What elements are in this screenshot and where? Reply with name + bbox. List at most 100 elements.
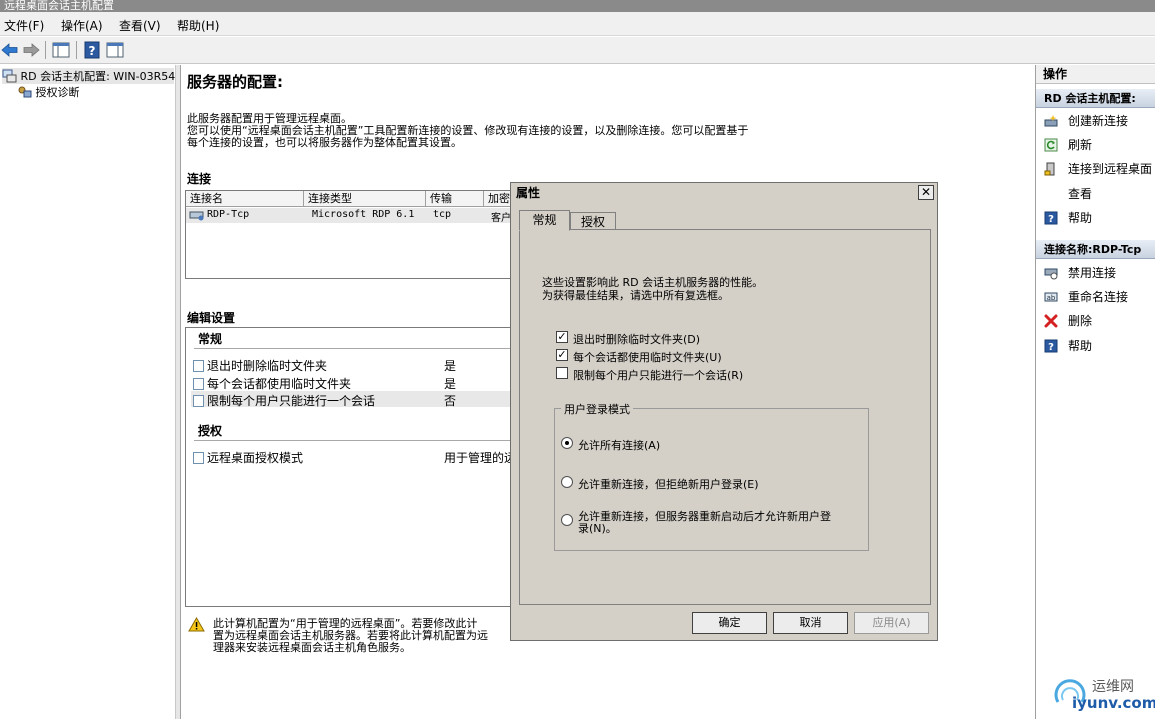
action-connect-remote[interactable]: 连接到远程桌面 [1044, 158, 1155, 180]
show-hide-tree-icon[interactable] [51, 41, 71, 59]
connection-icon [189, 211, 204, 221]
connections-list[interactable]: 连接名 连接类型 传输 加密 RDP-Tcp Microsoft RDP 6.1… [185, 190, 516, 279]
setting-per-session-temp-folders[interactable]: 每个会话都使用临时文件夹 [193, 375, 351, 392]
action-label: 创建新连接 [1068, 114, 1129, 128]
action-create-connection[interactable]: 创建新连接 [1044, 110, 1155, 132]
svg-text:?: ? [89, 44, 96, 58]
setting-value: 是 [444, 377, 457, 391]
action-label: 帮助 [1068, 339, 1093, 353]
show-hide-action-pane-icon[interactable] [105, 41, 125, 59]
radio-allow-reconnect-until-restart[interactable] [561, 514, 573, 526]
action-view[interactable]: 查看 [1044, 183, 1155, 205]
action-label: 重命名连接 [1068, 290, 1129, 304]
group-title: 用户登录模式 [561, 401, 633, 417]
menu-help[interactable]: 帮助(H) [177, 17, 219, 34]
toolbar: ? [0, 37, 1155, 64]
dialog-title-bar[interactable]: 属性 [511, 183, 937, 203]
tree-item-rd-host-config[interactable]: RD 会话主机配置: WIN-03R54 [2, 68, 176, 84]
console-tree: RD 会话主机配置: WIN-03R54 授权诊断 [0, 65, 176, 719]
radio-label[interactable]: 允许重新连接，但拒绝新用户登录(E) [578, 476, 759, 492]
warning-panel: 此计算机配置为“用于管理的远程桌面”。若要修改此计 置为远程桌面会话主机服务器。… [185, 610, 515, 656]
setting-licensing-mode[interactable]: 远程桌面授权模式 [193, 449, 303, 466]
radio-allow-reconnect-deny-new[interactable] [561, 476, 573, 488]
setting-delete-temp-folders[interactable]: 退出时删除临时文件夹 [193, 357, 327, 374]
dialog-title: 属性 [516, 186, 541, 200]
action-delete[interactable]: 删除 [1044, 310, 1155, 332]
tab-general[interactable]: 常规 [519, 210, 570, 231]
warning-line-3: 理器来安装远程桌面会话主机角色服务。 [213, 641, 411, 654]
action-label: 连接到远程桌面 [1068, 162, 1153, 176]
setting-label: 远程桌面授权模式 [207, 451, 304, 465]
forward-arrow-icon[interactable] [21, 41, 41, 59]
cell-transport: tcp [433, 209, 452, 220]
action-refresh[interactable]: 刷新 [1044, 134, 1155, 156]
ok-button[interactable]: 确定 [692, 612, 767, 634]
column-connection-name[interactable]: 连接名 [186, 191, 304, 207]
actions-group-rd-host[interactable]: RD 会话主机配置: [1036, 89, 1155, 108]
menu-action[interactable]: 操作(A) [61, 17, 103, 34]
setting-label: 限制每个用户只能进行一个会话 [207, 394, 376, 408]
menu-view[interactable]: 查看(V) [119, 17, 161, 34]
cell-encryption: 客户 [491, 213, 511, 224]
setting-document-icon [193, 378, 204, 390]
setting-document-icon [193, 360, 204, 372]
checkbox-delete-temp-folders[interactable]: ✓ [556, 331, 568, 343]
watermark-logo: 运维网 iyunv.com [1050, 672, 1155, 717]
svg-text:?: ? [1048, 214, 1054, 225]
help-icon[interactable]: ? [82, 41, 102, 59]
diagnosis-icon [18, 86, 32, 98]
action-disable-connection[interactable]: 禁用连接 [1044, 262, 1155, 284]
radio-label-continued[interactable]: 录(N)。 [578, 520, 617, 536]
checkbox-label[interactable]: 限制每个用户只能进行一个会话(R) [573, 367, 743, 383]
setting-label: 每个会话都使用临时文件夹 [207, 377, 352, 391]
tree-item-licensing-diagnosis[interactable]: 授权诊断 [18, 84, 80, 100]
description-line-3: 每个连接的设置，也可以将服务器作为整体配置其设置。 [187, 136, 462, 149]
server-icon [2, 69, 17, 83]
table-row[interactable]: RDP-Tcp Microsoft RDP 6.1 tcp 客户 [186, 208, 514, 224]
help-icon: ? [1044, 339, 1058, 353]
action-help-connection[interactable]: ? 帮助 [1044, 335, 1155, 357]
menu-bar: 文件(F) 操作(A) 查看(V) 帮助(H) [0, 12, 1155, 36]
disable-connection-icon [1044, 268, 1058, 280]
help-icon: ? [1044, 211, 1058, 225]
connections-title: 连接 [187, 172, 212, 186]
tree-child-label: 授权诊断 [35, 86, 80, 99]
page-title: 服务器的配置: [187, 73, 283, 91]
action-label: 帮助 [1068, 211, 1093, 225]
close-icon: ✕ [920, 185, 932, 199]
rename-icon: ab [1044, 292, 1058, 302]
setting-label: 退出时删除临时文件夹 [207, 359, 328, 373]
apply-button[interactable]: 应用(A) [854, 612, 929, 634]
properties-dialog: 属性 ✕ 常规 授权 这些设置影响此 RD 会话主机服务器的性能。 为获得最佳结… [510, 182, 938, 641]
setting-single-session-limit[interactable]: 限制每个用户只能进行一个会话 [191, 391, 515, 408]
action-rename-connection[interactable]: ab 重命名连接 [1044, 286, 1155, 308]
menu-file[interactable]: 文件(F) [4, 17, 44, 34]
cell-connection-type: Microsoft RDP 6.1 [312, 209, 415, 220]
edit-settings-panel: 常规 退出时删除临时文件夹 是 每个会话都使用临时文件夹 是 限制每个用户只能进… [185, 327, 516, 607]
actions-group-connection[interactable]: 连接名称:RDP-Tcp [1036, 240, 1155, 259]
action-label: 禁用连接 [1068, 266, 1117, 280]
info-line-2: 为获得最佳结果，请选中所有复选框。 [542, 289, 729, 302]
action-help[interactable]: ? 帮助 [1044, 207, 1155, 229]
general-section-title: 常规 [198, 332, 223, 346]
svg-text:?: ? [1048, 342, 1054, 353]
action-label: 删除 [1068, 314, 1093, 328]
licensing-section-title: 授权 [198, 424, 223, 438]
checkbox-label[interactable]: 退出时删除临时文件夹(D) [573, 331, 700, 347]
radio-label[interactable]: 允许所有连接(A) [578, 437, 660, 453]
tab-panel-general: 这些设置影响此 RD 会话主机服务器的性能。 为获得最佳结果，请选中所有复选框。… [519, 229, 931, 605]
checkbox-per-session-temp-folders[interactable]: ✓ [556, 349, 568, 361]
delete-icon [1044, 314, 1058, 328]
watermark-url: iyunv.com [1072, 694, 1155, 712]
logon-mode-group: 用户登录模式 允许所有连接(A) 允许重新连接，但拒绝新用户登录(E) 允许重新… [554, 401, 869, 551]
column-connection-type[interactable]: 连接类型 [304, 191, 426, 207]
cancel-button[interactable]: 取消 [773, 612, 848, 634]
section-divider [194, 348, 514, 349]
close-button[interactable]: ✕ [918, 185, 934, 200]
column-transport[interactable]: 传输 [426, 191, 484, 207]
back-arrow-icon[interactable] [0, 41, 20, 59]
radio-allow-all[interactable] [561, 437, 573, 449]
checkbox-single-session-limit[interactable] [556, 367, 568, 379]
tree-root-label: RD 会话主机配置: WIN-03R54 [20, 70, 176, 83]
checkbox-label[interactable]: 每个会话都使用临时文件夹(U) [573, 349, 722, 365]
